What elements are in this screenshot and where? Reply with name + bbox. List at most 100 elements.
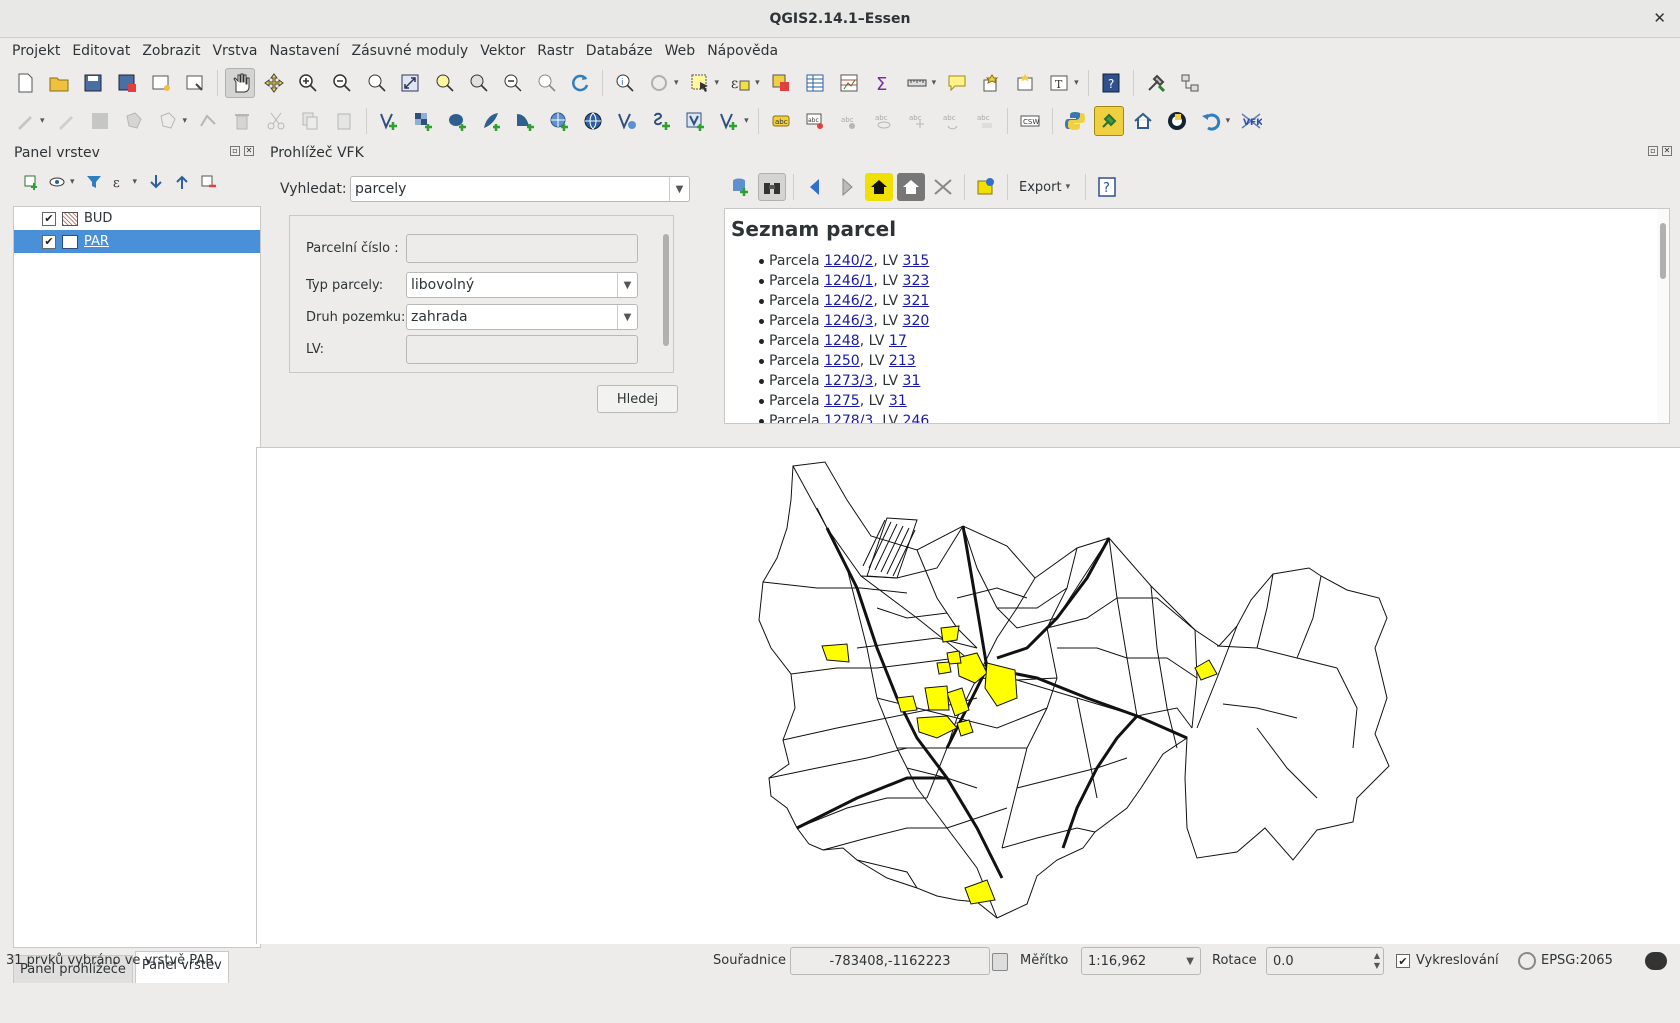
back-icon[interactable] xyxy=(801,173,829,201)
add-wms-icon[interactable] xyxy=(544,106,574,136)
extents-toggle-icon[interactable] xyxy=(992,953,1008,971)
delete-selected-icon[interactable] xyxy=(227,106,257,136)
new-print-composer-icon[interactable] xyxy=(146,68,176,98)
home-plugin-icon[interactable] xyxy=(1128,106,1158,136)
filter-icon[interactable] xyxy=(83,171,105,193)
menu-zobrazit[interactable]: Zobrazit xyxy=(136,43,206,59)
deselect-icon[interactable] xyxy=(766,68,796,98)
lv-link[interactable]: 31 xyxy=(889,393,907,409)
menu-nastaveni[interactable]: Nastavení xyxy=(263,43,345,59)
float-panel-icon[interactable]: ▫ xyxy=(230,146,240,156)
lv-input[interactable] xyxy=(406,335,638,364)
menu-zasuvne-moduly[interactable]: Zásuvné moduly xyxy=(346,43,475,59)
map-tips-icon[interactable] xyxy=(942,68,972,98)
node-tool-icon[interactable] xyxy=(193,106,223,136)
add-vector-icon[interactable] xyxy=(714,106,744,136)
crs-label[interactable]: EPSG:2065 xyxy=(1541,953,1613,968)
identify-icon[interactable]: i xyxy=(610,68,640,98)
open-project-icon[interactable] xyxy=(44,68,74,98)
vfk-help-icon[interactable]: ? xyxy=(1093,173,1121,201)
zoom-last-icon[interactable] xyxy=(497,68,527,98)
zoom-to-selection-icon[interactable] xyxy=(429,68,459,98)
search-button[interactable]: Hledej xyxy=(597,385,678,413)
parcel-type-select[interactable]: libovolný ▼ xyxy=(406,272,638,298)
processing-toolbox-icon[interactable] xyxy=(1141,68,1171,98)
changes-icon[interactable] xyxy=(929,173,957,201)
parcel-link[interactable]: 1273/3 xyxy=(824,373,873,389)
load-data-icon[interactable] xyxy=(726,173,754,201)
copy-features-icon[interactable] xyxy=(295,106,325,136)
menu-web[interactable]: Web xyxy=(659,43,702,59)
layer-visibility-checkbox[interactable]: ✔ xyxy=(42,234,56,249)
remove-layer-icon[interactable] xyxy=(197,171,219,193)
composer-manager-icon[interactable] xyxy=(180,68,210,98)
move-label-icon[interactable]: abc xyxy=(902,106,932,136)
menu-editovat[interactable]: Editovat xyxy=(66,43,136,59)
refresh-icon[interactable] xyxy=(565,68,595,98)
pan-map-icon[interactable] xyxy=(225,68,255,98)
search-binoculars-icon[interactable] xyxy=(758,173,786,201)
parcel-link[interactable]: 1248 xyxy=(824,333,860,349)
rotation-spinbox[interactable]: 0.0 ▲ ▼ xyxy=(1266,947,1384,975)
add-spatialite-icon[interactable] xyxy=(476,106,506,136)
close-panel-icon[interactable]: ✕ xyxy=(1662,146,1672,156)
paste-features-icon[interactable] xyxy=(329,106,359,136)
zoom-to-layer-icon[interactable] xyxy=(463,68,493,98)
add-wcs-icon[interactable] xyxy=(578,106,608,136)
layer-item-bud[interactable]: ✔ BUD xyxy=(14,207,260,230)
pin-labels-icon[interactable]: abc xyxy=(800,106,830,136)
lv-link[interactable]: 320 xyxy=(903,313,930,329)
select-by-expression-icon[interactable]: ε xyxy=(725,68,755,98)
expand-all-icon[interactable] xyxy=(145,171,167,193)
results-scrollbar[interactable] xyxy=(1657,209,1669,423)
add-virtual-layer-icon[interactable] xyxy=(680,106,710,136)
python-console-icon[interactable] xyxy=(1060,106,1090,136)
map-canvas[interactable] xyxy=(256,447,1680,944)
lv-link[interactable]: 315 xyxy=(903,253,930,269)
lv-link[interactable]: 246 xyxy=(903,413,930,423)
home-icon[interactable] xyxy=(865,173,893,201)
zoom-next-icon[interactable] xyxy=(531,68,561,98)
attribute-table-icon[interactable] xyxy=(800,68,830,98)
zoom-in-icon[interactable] xyxy=(293,68,323,98)
forward-icon[interactable] xyxy=(833,173,861,201)
add-raster-icon[interactable] xyxy=(408,106,438,136)
zoom-native-icon[interactable] xyxy=(361,68,391,98)
parcel-link[interactable]: 1275 xyxy=(824,393,860,409)
undo-plugin-icon[interactable] xyxy=(1196,106,1226,136)
toggle-editing-icon[interactable] xyxy=(51,106,81,136)
lv-link[interactable]: 323 xyxy=(903,273,930,289)
lv-link[interactable]: 17 xyxy=(889,333,907,349)
export-menu[interactable]: Export ▾ xyxy=(1013,180,1080,195)
layer-visibility-checkbox[interactable]: ✔ xyxy=(42,211,56,226)
layer-item-par[interactable]: ✔ PAR xyxy=(14,230,260,253)
highlight-labels-icon[interactable]: abc xyxy=(834,106,864,136)
field-calculator-icon[interactable] xyxy=(834,68,864,98)
parcel-number-input[interactable] xyxy=(406,234,638,263)
new-project-icon[interactable] xyxy=(10,68,40,98)
add-wfs-icon[interactable] xyxy=(612,106,642,136)
add-delimited-text-icon[interactable] xyxy=(646,106,676,136)
pan-to-selection-icon[interactable] xyxy=(259,68,289,98)
change-label-icon[interactable]: abc xyxy=(970,106,1000,136)
gps-plugin-icon[interactable] xyxy=(1162,106,1192,136)
new-bookmark-icon[interactable] xyxy=(976,68,1006,98)
menu-projekt[interactable]: Projekt xyxy=(6,43,66,59)
visibility-icon[interactable] xyxy=(46,171,68,193)
help-icon[interactable]: ? xyxy=(1096,68,1126,98)
metasearch-icon[interactable]: CSW xyxy=(1015,106,1045,136)
parcel-link[interactable]: 1240/2 xyxy=(824,253,873,269)
messages-icon[interactable] xyxy=(1645,952,1667,970)
run-action-icon[interactable] xyxy=(644,68,674,98)
float-panel-icon[interactable]: ▫ xyxy=(1648,146,1658,156)
parcel-link[interactable]: 1246/1 xyxy=(824,273,873,289)
form-scrollbar[interactable] xyxy=(661,220,671,370)
menu-rastr[interactable]: Rastr xyxy=(531,43,580,59)
cut-features-icon[interactable] xyxy=(261,106,291,136)
scale-select[interactable]: 1:16,962 ▼ xyxy=(1081,947,1201,975)
current-edits-icon[interactable] xyxy=(10,106,40,136)
rotate-label-icon[interactable]: abc xyxy=(936,106,966,136)
search-type-select[interactable]: parcely ▼ xyxy=(350,176,690,202)
select-features-icon[interactable] xyxy=(685,68,715,98)
add-mssql-icon[interactable] xyxy=(510,106,540,136)
